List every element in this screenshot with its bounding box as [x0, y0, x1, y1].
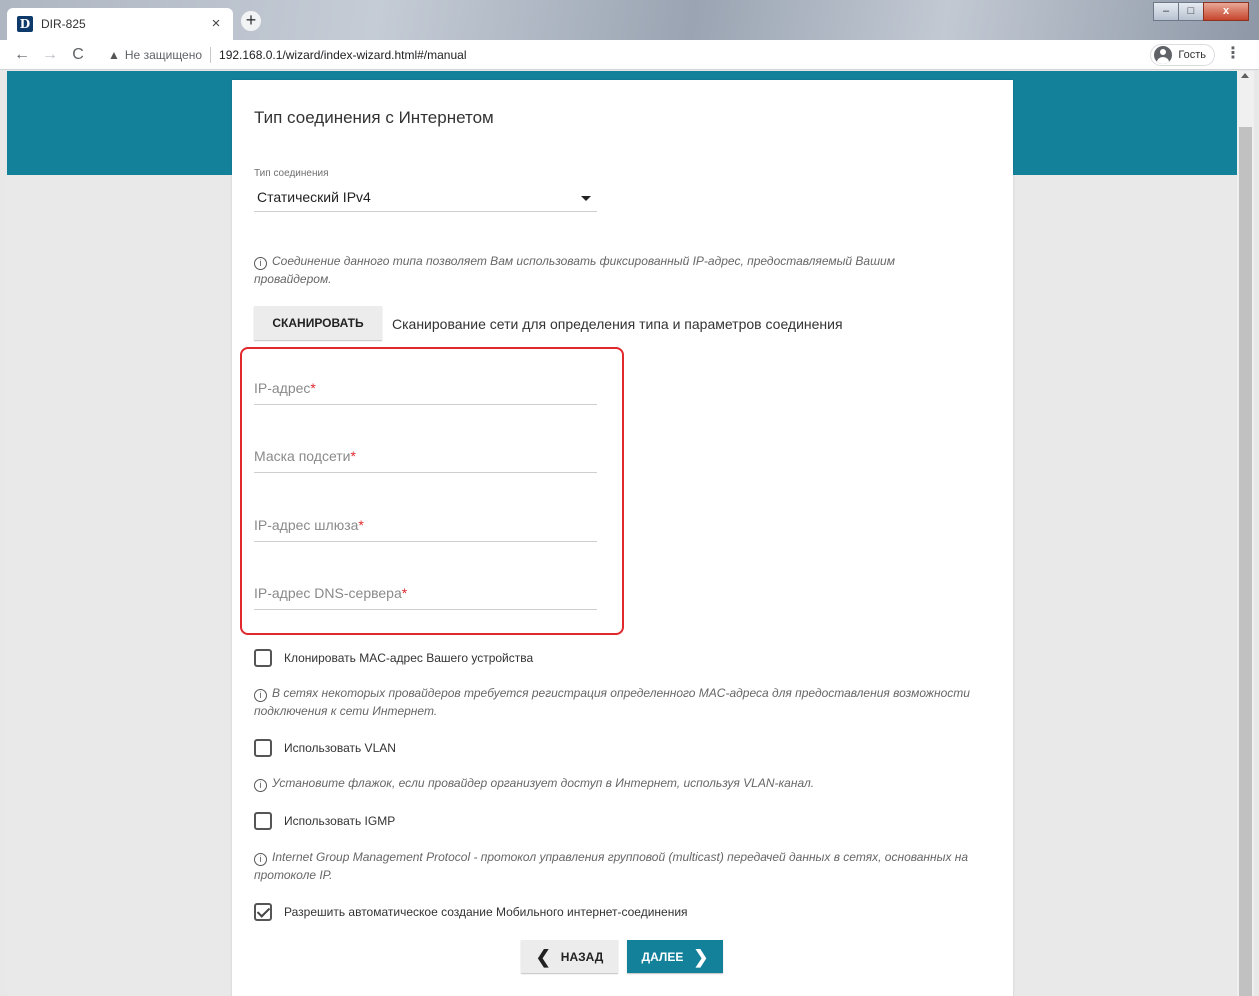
next-button[interactable]: ДАЛЕЕ ❯ — [627, 940, 723, 973]
window-close-button[interactable]: x — [1203, 2, 1249, 21]
dns-field[interactable]: IP-адрес DNS-сервера* — [254, 580, 597, 610]
warning-icon[interactable]: ▲ — [108, 48, 120, 62]
clone-mac-label: Клонировать MAC-адрес Вашего устройства — [284, 651, 534, 665]
info-icon: i — [254, 689, 267, 702]
back-arrow-icon[interactable]: ← — [8, 46, 36, 64]
account-icon — [1154, 46, 1173, 64]
back-button-label: НАЗАД — [560, 949, 604, 964]
mobile-checkbox-row[interactable]: Разрешить автоматическое создание Мобиль… — [254, 903, 688, 921]
ip-address-input[interactable] — [254, 375, 597, 403]
scroll-up-arrow-icon[interactable] — [1241, 73, 1249, 78]
connection-type-value: Статический IPv4 — [257, 189, 371, 205]
igmp-checkbox[interactable] — [254, 812, 272, 830]
profile-label: Гость — [1178, 49, 1206, 61]
url-text[interactable]: 192.168.0.1/wizard/index-wizard.html#/ma… — [219, 48, 466, 62]
back-button[interactable]: ❮ НАЗАД — [521, 940, 618, 973]
next-button-label: ДАЛЕЕ — [641, 949, 684, 964]
igmp-hint: i Internet Group Management Protocol - пр… — [254, 850, 969, 882]
chevron-right-icon: ❯ — [693, 946, 709, 967]
forward-arrow-icon[interactable]: → — [36, 46, 64, 64]
clone-mac-hint: iВ сетях некоторых провайдеров требуется… — [254, 686, 970, 718]
connection-hint: i Соединение данного типа позволяет Вам и… — [254, 254, 895, 286]
mobile-label: Разрешить автоматическое создание Мобиль… — [284, 905, 688, 919]
browser-tab[interactable]: D DIR-825 × — [7, 8, 233, 40]
menu-dots-icon[interactable]: ⋮ — [1225, 46, 1241, 62]
vlan-label: Использовать VLAN — [284, 741, 396, 755]
clone-mac-checkbox-row[interactable]: Клонировать MAC-адрес Вашего устройства — [254, 649, 533, 667]
gateway-field[interactable]: IP-адрес шлюза* — [254, 512, 597, 542]
vlan-hint: i Установите флажок, если провайдер орган… — [254, 774, 974, 792]
info-icon: i — [254, 779, 267, 792]
clone-mac-checkbox[interactable] — [254, 649, 272, 667]
window-maximize-button[interactable]: □ — [1178, 2, 1204, 21]
window-minimize-button[interactable]: – — [1153, 2, 1179, 21]
scroll-thumb[interactable] — [1239, 127, 1252, 996]
subnet-mask-field[interactable]: Маска подсети* — [254, 443, 597, 473]
info-icon: i — [254, 853, 267, 866]
chevron-left-icon: ❮ — [535, 946, 551, 967]
scan-button[interactable]: СКАНИРОВАТЬ — [254, 306, 382, 340]
info-icon: i — [254, 257, 267, 270]
address-bar[interactable]: ▲ Не защищено 192.168.0.1/wizard/index-w… — [108, 43, 1138, 67]
connection-type-select[interactable]: Статический IPv4 — [254, 182, 597, 212]
igmp-label: Использовать IGMP — [284, 814, 396, 828]
browser-tabbar: D DIR-825 × + – □ x — [0, 0, 1259, 40]
connection-type-label: Тип соединения — [254, 168, 329, 179]
page-viewport: Тип соединения с Интернетом Тип соединен… — [7, 71, 1237, 996]
page-scrollbar[interactable] — [1237, 71, 1254, 996]
page-title: Тип соединения с Интернетом — [254, 108, 494, 127]
igmp-checkbox-row[interactable]: Использовать IGMP — [254, 812, 395, 830]
dns-input[interactable] — [254, 580, 597, 608]
wizard-card: Тип соединения с Интернетом Тип соединен… — [232, 80, 1013, 996]
reload-icon[interactable]: C — [64, 46, 92, 64]
scan-description: Сканирование сети для определения типа и… — [392, 316, 843, 332]
browser-toolbar: ← → C ▲ Не защищено 192.168.0.1/wizard/i… — [0, 40, 1259, 70]
tab-title: DIR-825 — [41, 17, 86, 31]
dropdown-caret-icon — [581, 196, 591, 201]
mobile-checkbox[interactable] — [254, 903, 272, 921]
subnet-mask-input[interactable] — [254, 443, 597, 471]
vlan-checkbox-row[interactable]: Использовать VLAN — [254, 739, 396, 757]
ip-address-field[interactable]: IP-адрес* — [254, 375, 597, 405]
window-controls: – □ x — [1153, 2, 1249, 21]
insecure-label[interactable]: Не защищено — [125, 48, 202, 62]
vlan-checkbox[interactable] — [254, 739, 272, 757]
address-separator — [210, 47, 212, 63]
dlink-favicon-icon: D — [17, 16, 33, 32]
tab-close-icon[interactable]: × — [207, 15, 225, 33]
profile-button[interactable]: Гость — [1150, 44, 1215, 66]
new-tab-button[interactable]: + — [240, 10, 262, 32]
gateway-input[interactable] — [254, 512, 597, 540]
